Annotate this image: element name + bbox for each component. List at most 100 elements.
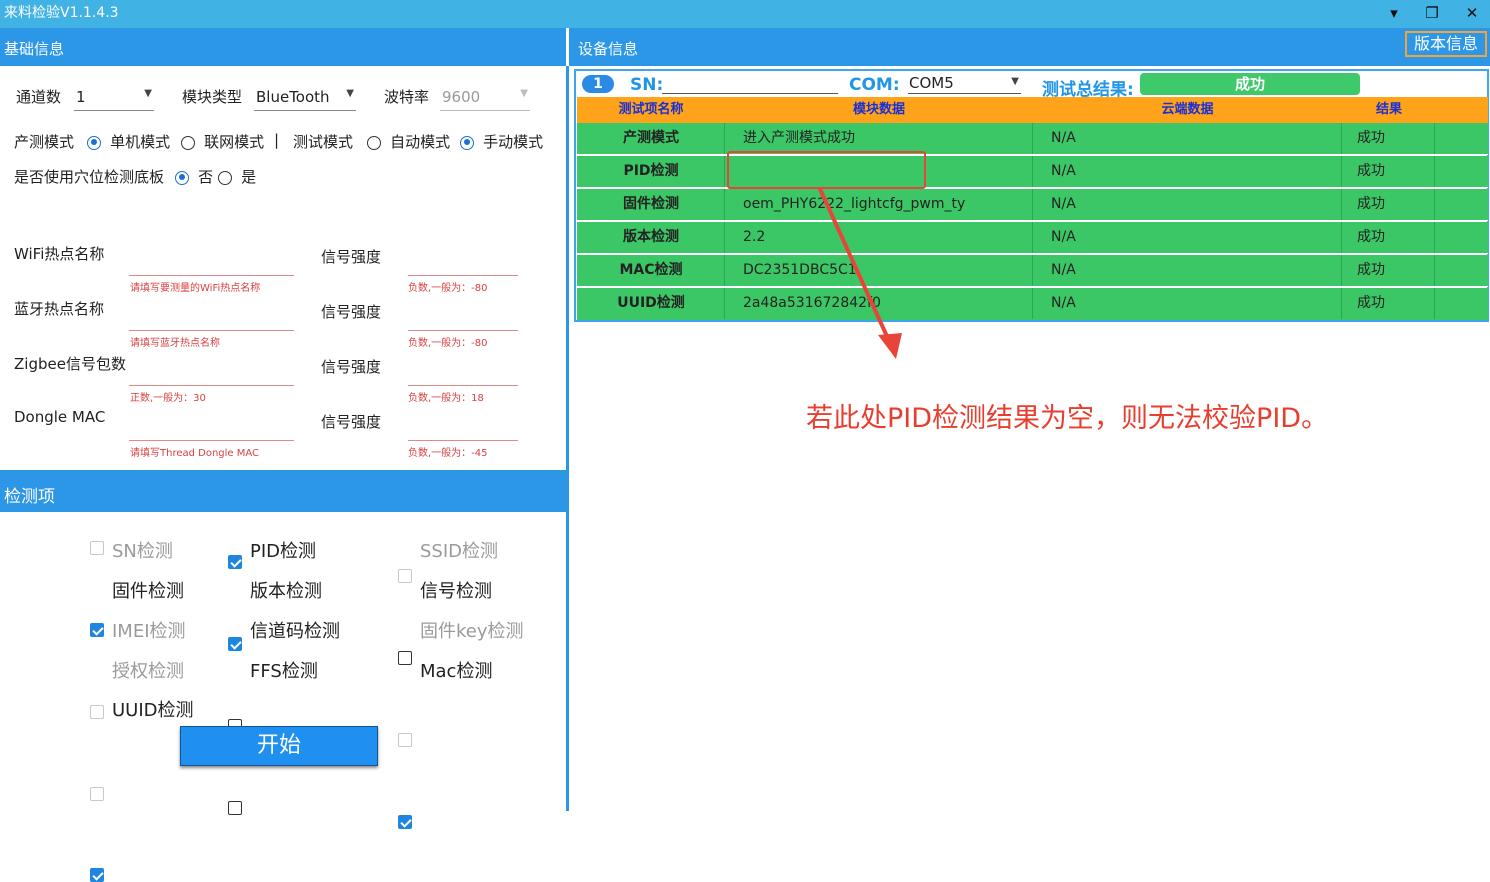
prod-mode-network-radio[interactable]: 联网模式: [181, 131, 264, 152]
radio-empty-icon: [218, 170, 232, 185]
ffs-check-checkbox[interactable]: [228, 801, 242, 815]
prod-mode-standalone-radio[interactable]: 单机模式: [87, 131, 170, 152]
row-name: 版本检测: [623, 229, 679, 245]
test-mode-label: 测试模式: [293, 133, 354, 151]
pid-check-checkbox[interactable]: [228, 555, 242, 569]
com-value: COM5: [909, 74, 954, 92]
ffs-check-label: FFS检测: [250, 661, 318, 682]
radio-empty-icon: [181, 135, 195, 150]
test-mode-auto-label: 自动模式: [390, 133, 451, 151]
row-cloud: N/A: [1051, 229, 1076, 245]
bt-name-input[interactable]: [129, 308, 294, 331]
minimize-button[interactable]: ▾: [1380, 2, 1408, 24]
baud-label: 波特率: [384, 88, 430, 106]
test-mode-manual-radio[interactable]: 手动模式: [460, 131, 543, 152]
zigbee-strength-label: 信号强度: [321, 358, 382, 376]
row-name: PID检测: [623, 163, 679, 179]
module-type-select[interactable]: BlueTooth ▼: [254, 84, 356, 111]
sn-input[interactable]: [662, 93, 838, 94]
bt-name-hint: 请填写蓝牙热点名称: [130, 338, 220, 349]
basic-info-title: 基础信息: [4, 40, 65, 58]
radio-selected-icon: [460, 135, 474, 150]
restore-button[interactable]: ❐: [1418, 2, 1446, 24]
table-row: 产测模式 进入产测模式成功 N/A 成功: [577, 123, 1488, 155]
table-row: 版本检测 2.2 N/A 成功: [577, 222, 1488, 254]
minimize-icon: ▾: [1390, 4, 1398, 22]
com-select[interactable]: COM5 ▼: [908, 74, 1021, 94]
baud-select[interactable]: 9600 ▼: [440, 84, 530, 111]
close-button[interactable]: ✕: [1458, 2, 1486, 24]
wifi-strength-input[interactable]: [408, 253, 518, 276]
row-result: 成功: [1357, 196, 1385, 212]
uuid-check-checkbox[interactable]: [90, 868, 104, 882]
col-cloud-data: 云端数据: [1161, 102, 1214, 117]
radio-empty-icon: [367, 135, 381, 150]
firmware-check-checkbox[interactable]: [90, 623, 104, 637]
channel-badge: 1: [582, 75, 614, 93]
channels-select[interactable]: 1 ▼: [74, 84, 154, 111]
dongle-strength-input[interactable]: [408, 418, 518, 441]
dongle-mac-label: Dongle MAC: [14, 408, 106, 426]
col-test-name: 测试项名称: [618, 102, 684, 117]
close-icon: ✕: [1465, 4, 1479, 22]
signal-check-label: 信号检测: [420, 581, 492, 602]
bt-strength-input[interactable]: [408, 308, 518, 331]
row-cloud: N/A: [1051, 196, 1076, 212]
window-title: 来料检验V1.1.4.3: [4, 5, 119, 21]
device-info-header: 设备信息: [569, 28, 1490, 66]
radio-selected-icon: [87, 135, 101, 150]
wifi-name-label: WiFi热点名称: [14, 245, 105, 263]
row-cloud: N/A: [1051, 262, 1076, 278]
auth-check-checkbox[interactable]: [90, 787, 104, 801]
row-module: 进入产测模式成功: [743, 130, 855, 146]
imei-check-checkbox[interactable]: [90, 705, 104, 719]
result-table-header: 测试项名称 模块数据 云端数据 结果: [577, 97, 1488, 123]
zigbee-strength-input[interactable]: [408, 363, 518, 386]
bt-strength-hint: 负数,一般为：-80: [408, 338, 488, 349]
basic-info-header: 基础信息: [0, 28, 566, 66]
firmware-key-check-checkbox[interactable]: [398, 733, 412, 747]
wifi-strength-label: 信号强度: [321, 248, 382, 266]
row-result: 成功: [1357, 262, 1385, 278]
chevron-down-icon: ▼: [144, 88, 152, 99]
annotation-text: 若此处PID检测结果为空，则无法校验PID。: [806, 403, 1329, 434]
sn-check-label: SN检测: [112, 541, 173, 562]
signal-check-checkbox[interactable]: [398, 651, 412, 665]
zigbee-count-label: Zigbee信号包数: [14, 355, 126, 373]
checks-header: 检测项: [0, 470, 566, 512]
ssid-check-checkbox[interactable]: [398, 569, 412, 583]
mac-check-checkbox[interactable]: [398, 815, 412, 829]
row-result: 成功: [1357, 295, 1385, 311]
version-check-checkbox[interactable]: [228, 637, 242, 651]
sn-check-checkbox[interactable]: [90, 541, 104, 555]
channels-label: 通道数: [16, 88, 62, 106]
dongle-strength-label: 信号强度: [321, 413, 382, 431]
wifi-name-hint: 请填写要测量的WiFi热点名称: [130, 283, 261, 294]
title-bar: [0, 0, 1490, 28]
row-cloud: N/A: [1051, 130, 1076, 146]
wifi-name-input[interactable]: [129, 253, 294, 276]
auth-check-label: 授权检测: [112, 661, 184, 682]
imei-check-label: IMEI检测: [112, 621, 186, 642]
chevron-down-icon: ▼: [346, 88, 354, 99]
start-button[interactable]: 开始: [180, 726, 378, 766]
table-row: 固件检测 oem_PHY6222_lightcfg_pwm_ty N/A 成功: [577, 189, 1488, 221]
channels-value: 1: [76, 88, 86, 106]
uuid-check-label: UUID检测: [112, 700, 194, 721]
prod-mode-standalone-label: 单机模式: [110, 133, 171, 151]
sn-label: SN:: [630, 75, 664, 95]
chevron-down-icon: ▼: [520, 88, 528, 99]
total-result-value: 成功: [1140, 73, 1360, 95]
hole-board-yes-radio[interactable]: 是: [218, 166, 256, 187]
version-check-label: 版本检测: [250, 581, 322, 602]
mac-check-label: Mac检测: [420, 661, 493, 682]
dongle-mac-input[interactable]: [129, 418, 294, 441]
version-info-button[interactable]: 版本信息: [1405, 31, 1487, 57]
chevron-down-icon: ▼: [1011, 76, 1019, 87]
zigbee-count-hint: 正数,一般为：30: [130, 393, 206, 404]
hole-board-yes-label: 是: [241, 168, 257, 186]
zigbee-count-input[interactable]: [129, 363, 294, 386]
hole-board-no-radio[interactable]: 否: [175, 166, 213, 187]
row-result: 成功: [1357, 229, 1385, 245]
test-mode-auto-radio[interactable]: 自动模式: [367, 131, 450, 152]
